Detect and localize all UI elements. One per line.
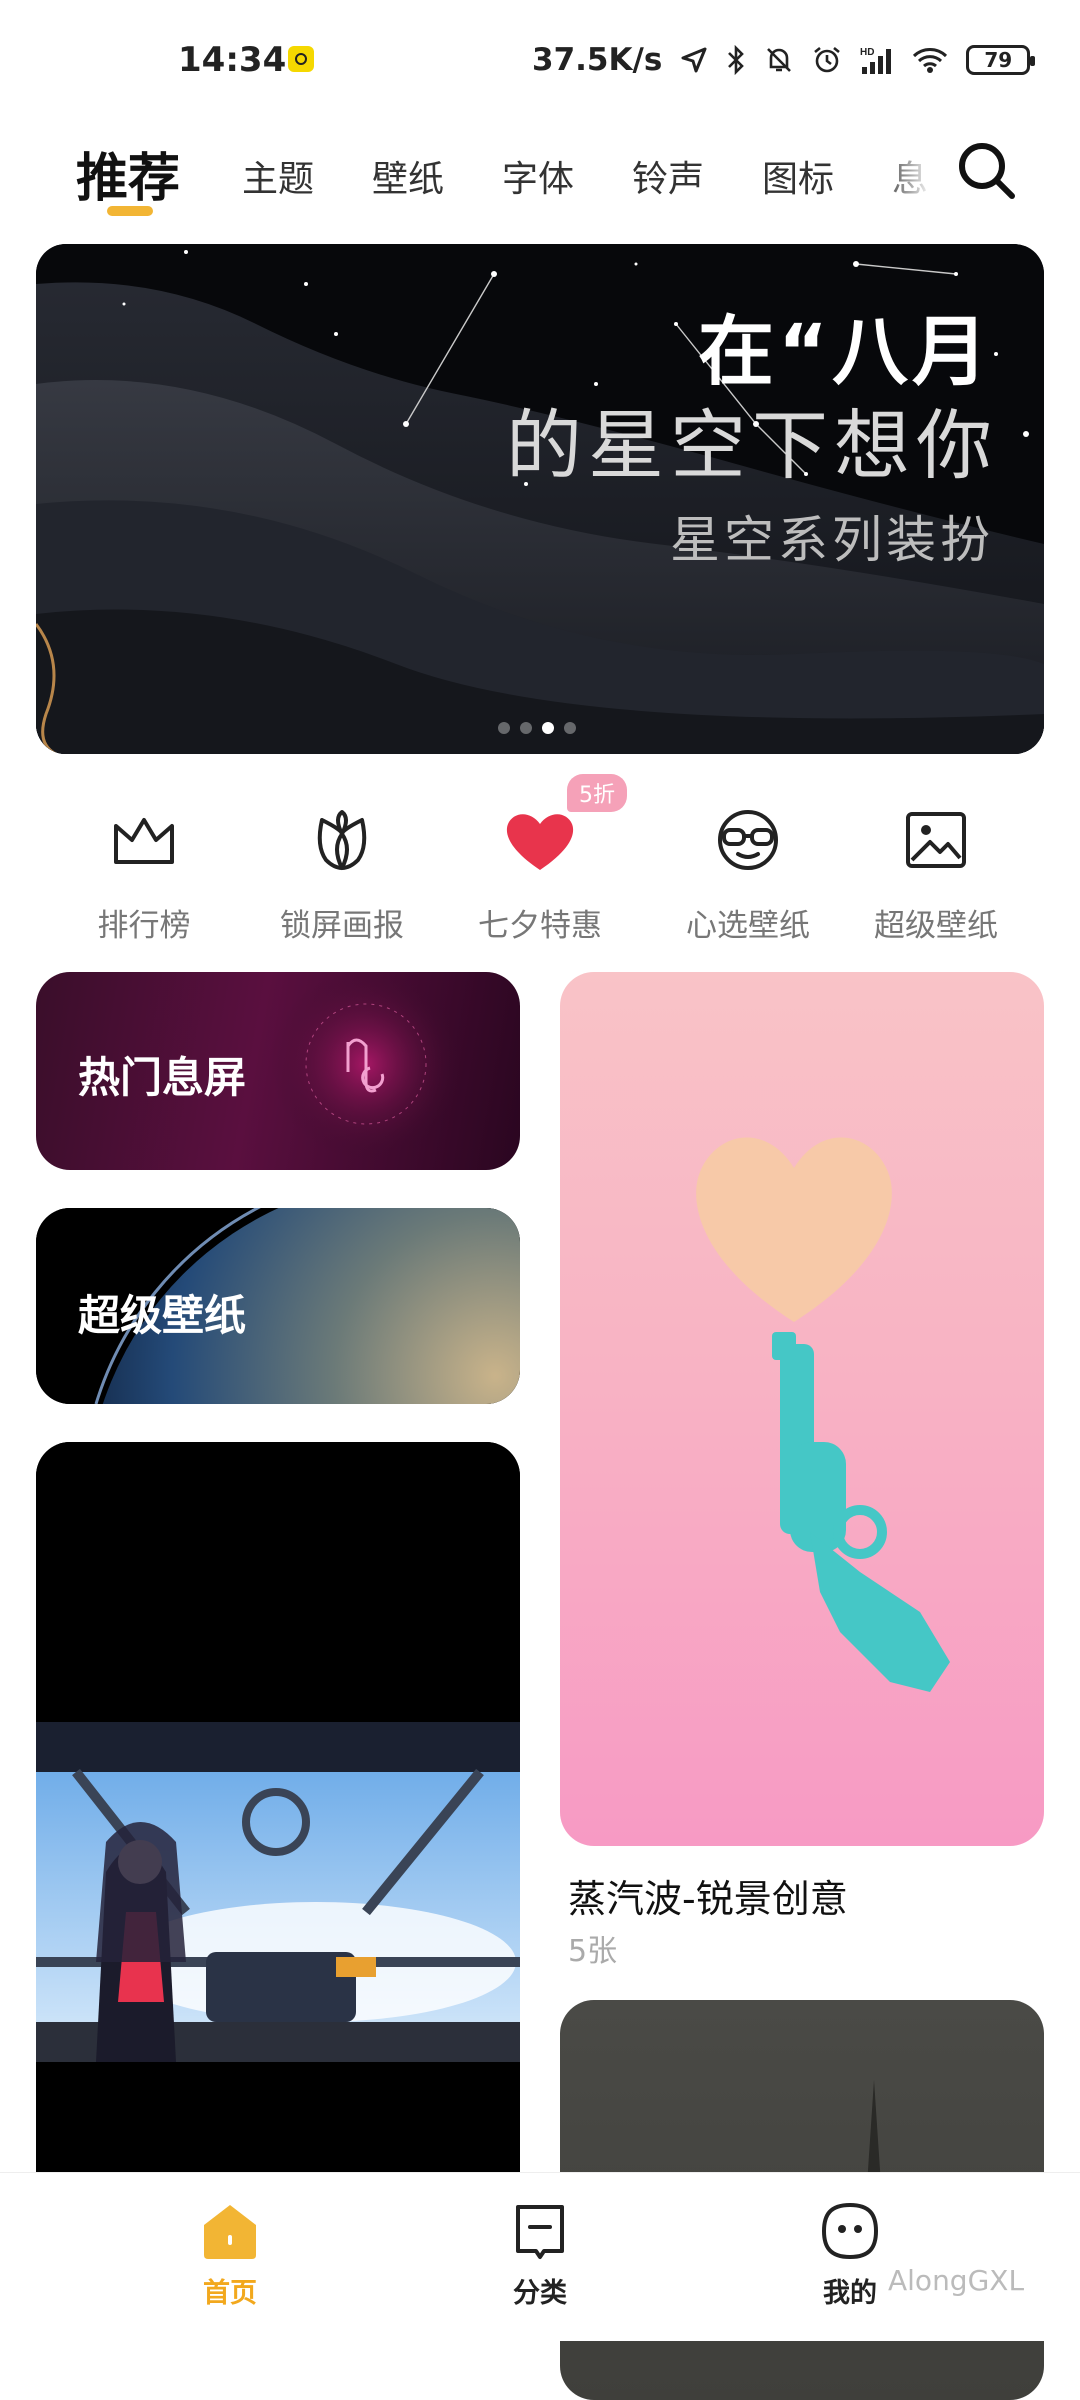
- tab-fade: [880, 140, 950, 200]
- hot-aod-card[interactable]: 热门息屏: [36, 972, 520, 1170]
- bookmark-icon: [516, 2205, 564, 2259]
- tab-ringtones[interactable]: 铃声: [632, 150, 704, 202]
- vaporwave-count: 5张: [568, 1934, 618, 1969]
- alarm-icon: [814, 46, 841, 73]
- tab-themes[interactable]: 主题: [242, 150, 314, 202]
- quick-link-ranking[interactable]: 排行榜: [44, 800, 244, 945]
- watermark: AlongGXL: [888, 2264, 1025, 2297]
- tab-icons[interactable]: 图标: [762, 150, 834, 202]
- nav-label: 首页: [203, 2278, 257, 2309]
- vaporwave-card[interactable]: [560, 972, 1044, 1846]
- crown-icon: [114, 818, 174, 864]
- status-time: 14:34: [178, 40, 287, 80]
- tab-wallpapers[interactable]: 壁纸: [372, 150, 444, 202]
- image-icon: [906, 812, 966, 868]
- quick-link-label: 排行榜: [97, 908, 191, 944]
- quick-link-lockscreen[interactable]: 锁屏画报: [242, 800, 442, 945]
- quick-link-label: 锁屏画报: [280, 908, 404, 944]
- nav-home[interactable]: 首页: [130, 2199, 330, 2310]
- glasses-face-icon: [718, 810, 778, 870]
- tab-recommend[interactable]: 推荐: [76, 136, 180, 211]
- banner-dot: [564, 722, 576, 734]
- heart-gun-artwork: [696, 1137, 950, 1692]
- battery-icon: 79: [966, 45, 1036, 75]
- network-speed: 37.5K/s: [532, 42, 663, 78]
- quick-link-qixi-sale[interactable]: 七夕特惠: [440, 800, 640, 945]
- quick-link-super-wallpapers[interactable]: 超级壁纸: [836, 800, 1036, 945]
- status-icons: 37.5K/s HD 79: [532, 40, 1036, 80]
- notification-icon: [288, 46, 314, 72]
- search-icon: [959, 143, 1015, 199]
- super-wallpaper-card[interactable]: 超级壁纸: [36, 1208, 520, 1404]
- mute-bell-icon: [767, 48, 792, 72]
- banner-dot-active: [542, 722, 554, 734]
- search-button[interactable]: [952, 136, 1022, 206]
- svg-text:HD: HD: [860, 47, 874, 58]
- quick-link-label: 心选壁纸: [686, 908, 810, 944]
- discount-badge: 5折: [567, 774, 627, 812]
- signal-icon: HD: [860, 47, 892, 74]
- home-icon: [204, 2205, 256, 2259]
- banner-pagination: [498, 722, 576, 734]
- tab-indicator: [107, 206, 153, 216]
- promo-banner[interactable]: 在“八月 的星空下想你 星空系列装扮: [36, 244, 1044, 754]
- hot-aod-label: 热门息屏: [78, 1053, 247, 1102]
- nav-categories[interactable]: 分类: [440, 2199, 640, 2310]
- quick-link-label: 超级壁纸: [874, 908, 998, 944]
- super-wallpaper-label: 超级壁纸: [78, 1291, 247, 1340]
- status-bar: 14:34 37.5K/s HD 79: [0, 0, 1080, 120]
- quick-link-label: 七夕特惠: [478, 908, 602, 944]
- tulip-icon: [317, 810, 367, 870]
- battery-level: 79: [984, 48, 1013, 72]
- heart-icon: [506, 814, 574, 870]
- smile-face-icon: [821, 2202, 879, 2260]
- banner-dot: [498, 722, 510, 734]
- banner-dot: [520, 722, 532, 734]
- nav-label: 分类: [513, 2278, 567, 2309]
- vaporwave-title[interactable]: 蒸汽波-锐景创意: [568, 1868, 848, 1923]
- tab-fonts[interactable]: 字体: [502, 150, 574, 202]
- wifi-icon: [913, 48, 948, 73]
- banner-title-line2: 的星空下想你: [506, 401, 998, 490]
- location-icon: [681, 47, 707, 73]
- banner-subtitle: 星空系列装扮: [670, 511, 994, 569]
- bluetooth-icon: [728, 45, 745, 75]
- bottom-nav: 首页 分类 我的: [0, 2172, 1080, 2341]
- quick-links: 排行榜 锁屏画报 七夕特惠 心选壁纸 超级壁纸: [0, 770, 1080, 944]
- quick-link-selected-wallpapers[interactable]: 心选壁纸: [648, 800, 848, 945]
